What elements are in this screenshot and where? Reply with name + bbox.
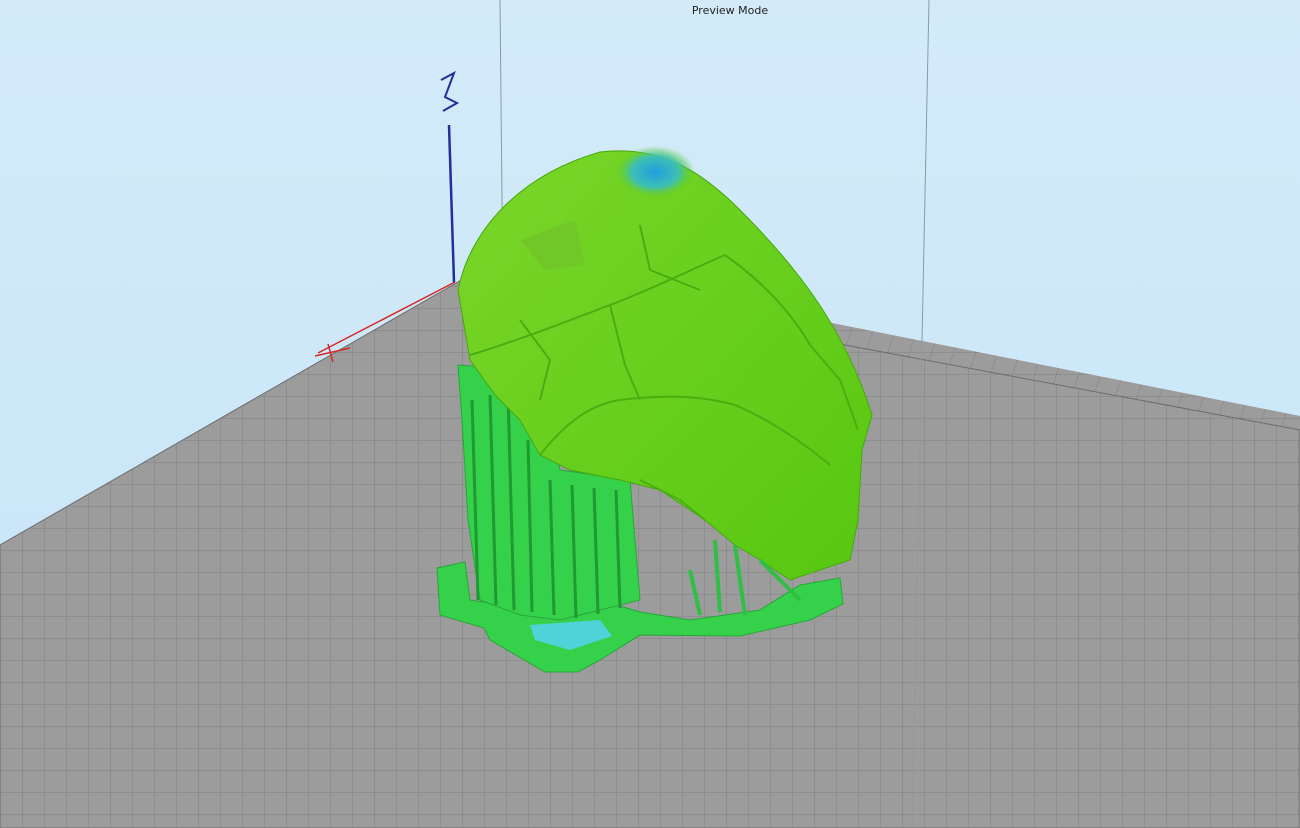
3d-viewport[interactable]: Preview Mode xyxy=(0,0,1300,828)
scene-canvas[interactable] xyxy=(0,0,1300,828)
z-axis-icon xyxy=(440,70,460,283)
